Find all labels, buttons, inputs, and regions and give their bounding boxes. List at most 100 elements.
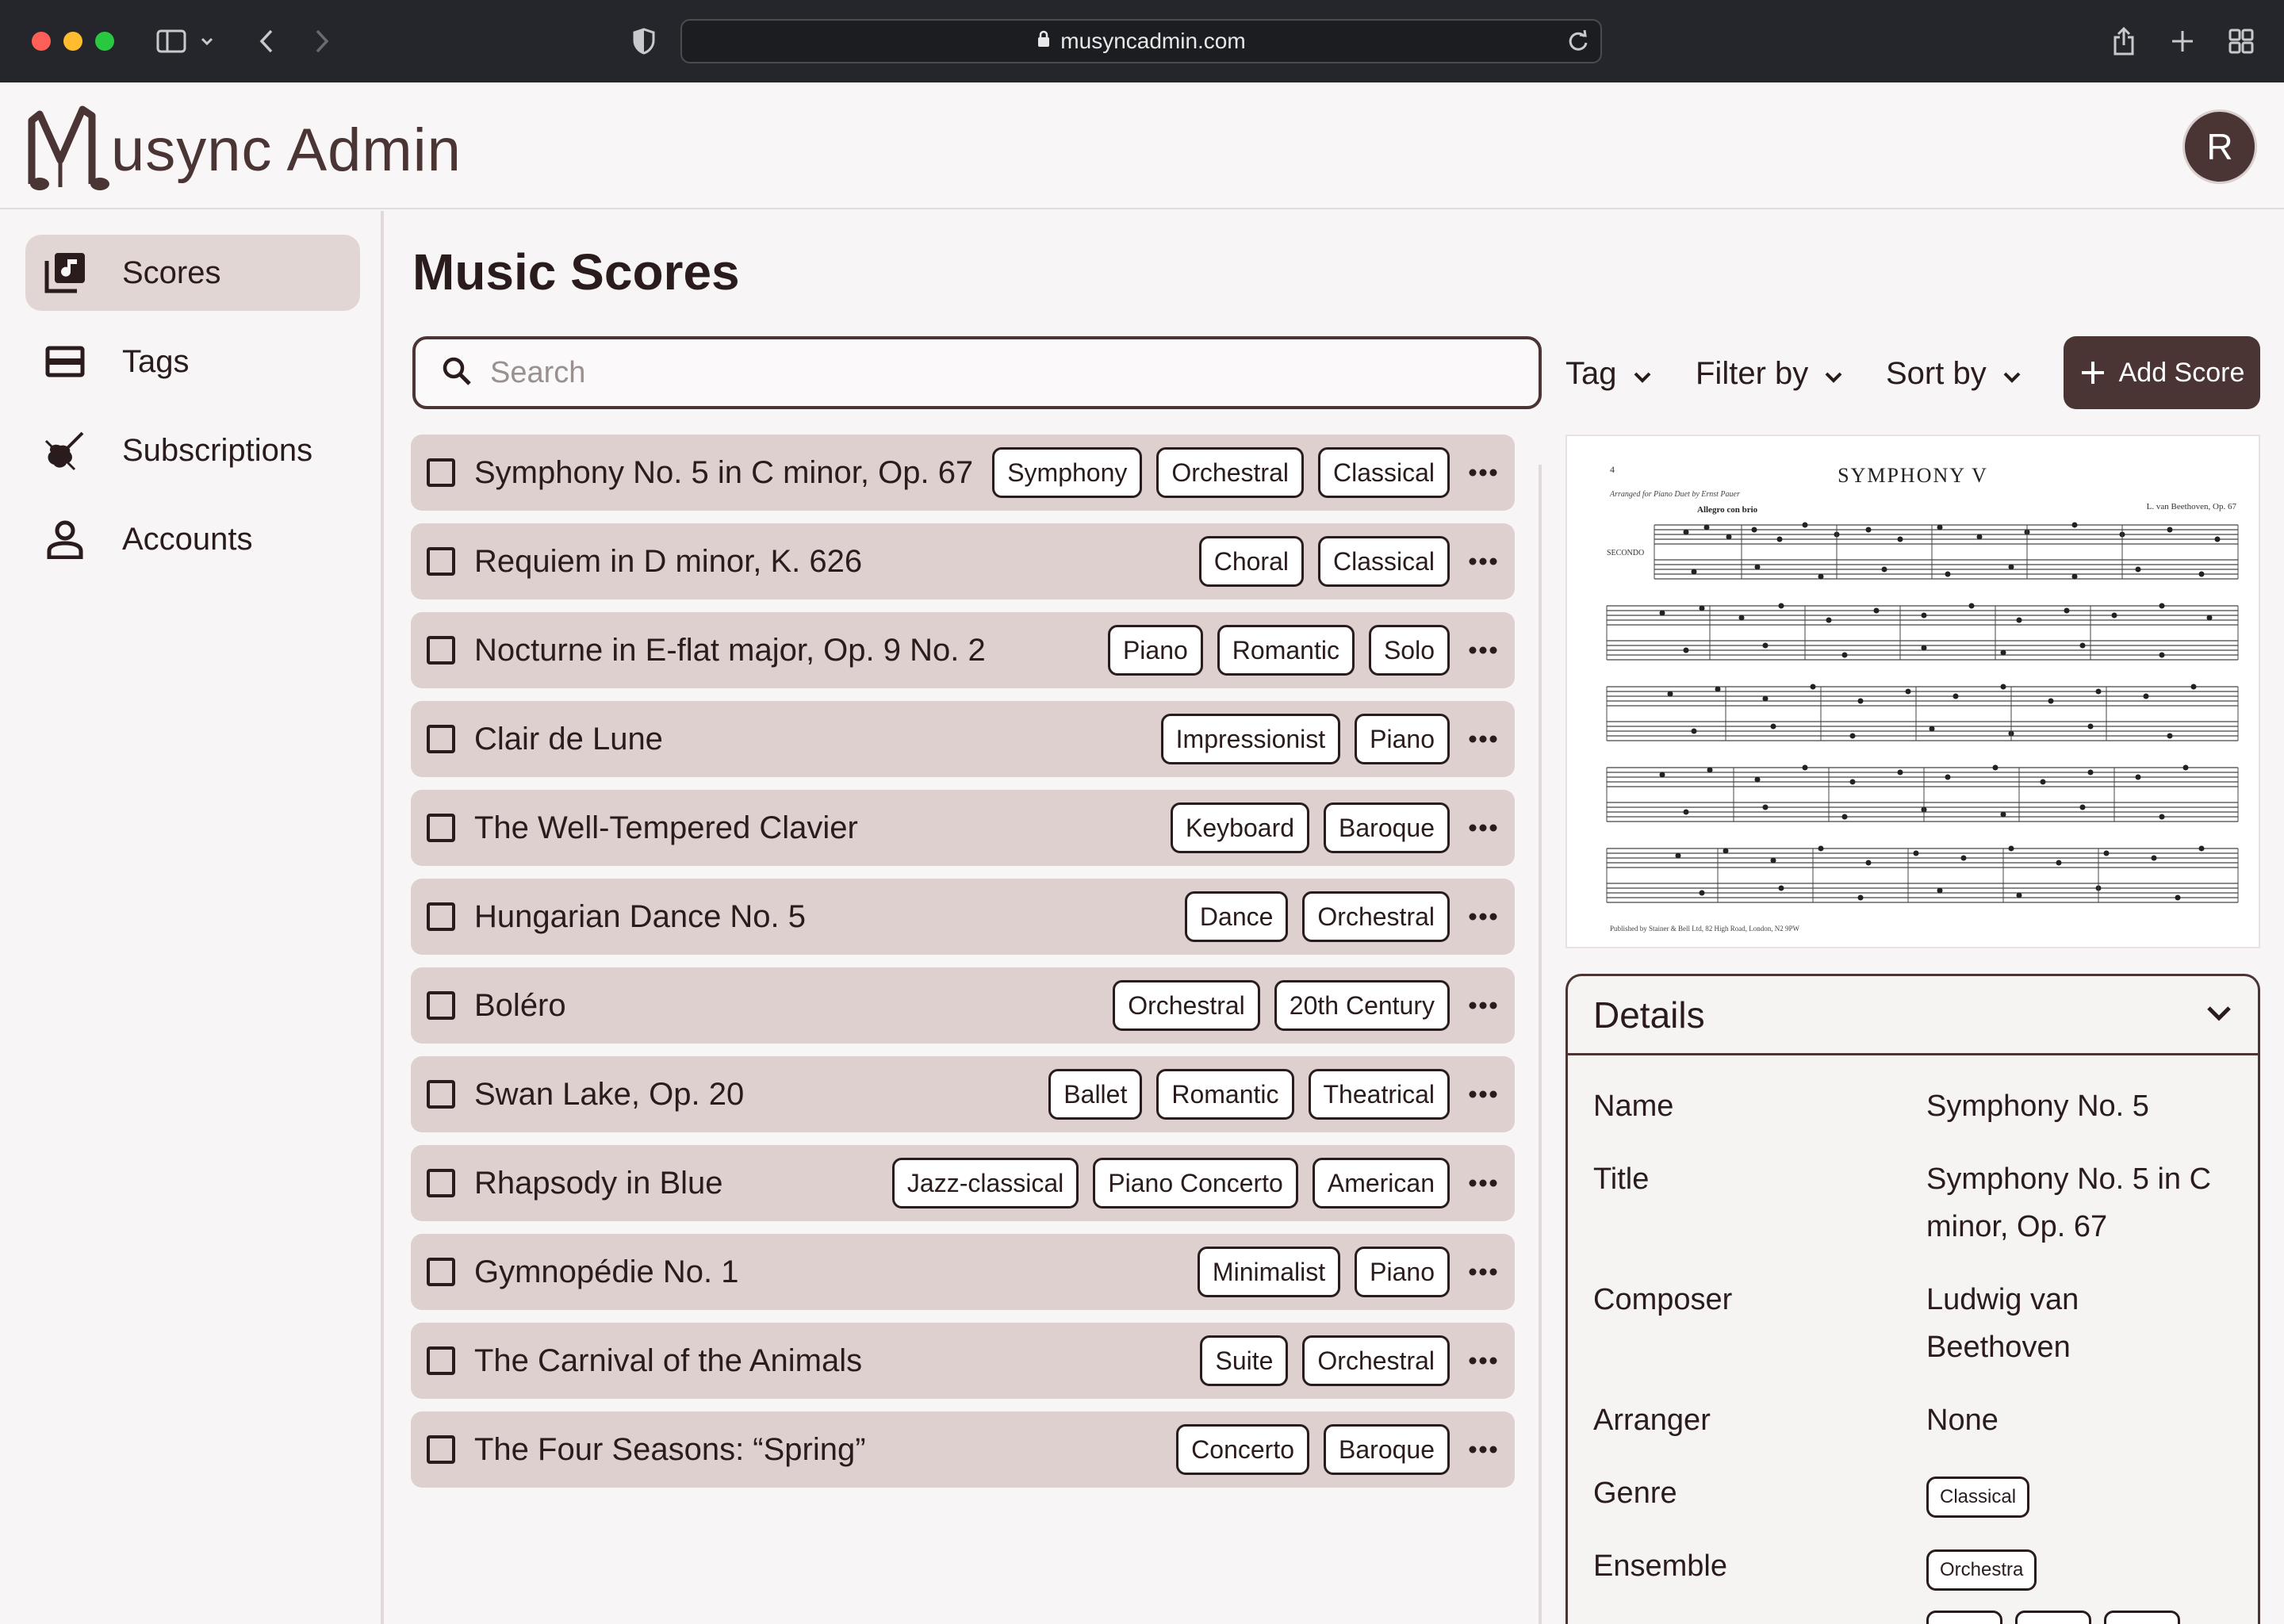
tag-chip[interactable]: Jazz-classical bbox=[891, 1158, 1079, 1208]
row-checkbox[interactable] bbox=[427, 1435, 455, 1464]
more-options-icon[interactable] bbox=[1461, 1179, 1505, 1187]
ensemble-chip[interactable]: Orchestra bbox=[1926, 1549, 2037, 1591]
score-row[interactable]: Symphony No. 5 in C minor, Op. 67 Sympho… bbox=[411, 435, 1515, 511]
genre-chip[interactable]: Classical bbox=[1926, 1477, 2030, 1518]
app-logo[interactable]: usync Admin bbox=[25, 105, 462, 192]
address-bar[interactable]: musyncadmin.com bbox=[680, 19, 1602, 63]
tag-chip[interactable]: Orchestral bbox=[1113, 980, 1260, 1031]
tag-dropdown[interactable]: Tag bbox=[1565, 346, 1652, 401]
tab-overview-icon[interactable] bbox=[2222, 22, 2260, 60]
more-options-icon[interactable] bbox=[1461, 469, 1505, 477]
score-row[interactable]: Requiem in D minor, K. 626 Choral Classi… bbox=[411, 523, 1515, 599]
score-row[interactable]: Rhapsody in Blue Jazz-classical Piano Co… bbox=[411, 1145, 1515, 1221]
tag-chip[interactable]: Minimalist bbox=[1197, 1247, 1341, 1297]
more-options-icon[interactable] bbox=[1461, 1357, 1505, 1365]
more-options-icon[interactable] bbox=[1461, 913, 1505, 921]
score-row[interactable]: Swan Lake, Op. 20 Ballet Romantic Theatr… bbox=[411, 1056, 1515, 1132]
user-avatar[interactable]: R bbox=[2182, 109, 2257, 184]
row-checkbox[interactable] bbox=[427, 1258, 455, 1286]
score-row[interactable]: Hungarian Dance No. 5 Dance Orchestral bbox=[411, 879, 1515, 955]
tag-chip[interactable]: Orchestral bbox=[1302, 1335, 1450, 1386]
tag-chip[interactable]: Impressionist bbox=[1160, 714, 1341, 764]
sidebar-item-label: Accounts bbox=[122, 521, 253, 557]
forward-icon[interactable] bbox=[303, 22, 341, 60]
sort-dropdown[interactable]: Sort by bbox=[1886, 346, 2021, 401]
tag-chip[interactable]: Orchestral bbox=[1156, 447, 1304, 498]
sidebar-item-scores[interactable]: Scores bbox=[25, 235, 360, 311]
tag-chip[interactable]: Piano Concerto bbox=[1093, 1158, 1298, 1208]
preview-page-number: 4 bbox=[1610, 464, 1615, 475]
row-checkbox[interactable] bbox=[427, 725, 455, 753]
score-preview[interactable]: 4 SYMPHONY V Arranged for Piano Duet by … bbox=[1565, 435, 2260, 948]
score-row[interactable]: The Four Seasons: “Spring” Concerto Baro… bbox=[411, 1411, 1515, 1488]
share-icon[interactable] bbox=[2105, 22, 2143, 60]
person-icon bbox=[41, 515, 89, 563]
tag-chip[interactable]: Classical bbox=[1317, 536, 1450, 587]
score-row[interactable]: Boléro Orchestral 20th Century bbox=[411, 967, 1515, 1044]
tag-chip[interactable]: Piano bbox=[1355, 714, 1450, 764]
more-options-icon[interactable] bbox=[1461, 824, 1505, 832]
chevron-down-icon[interactable] bbox=[195, 22, 219, 60]
row-checkbox[interactable] bbox=[427, 814, 455, 842]
row-checkbox[interactable] bbox=[427, 1169, 455, 1197]
tag-chip[interactable]: Theatrical bbox=[1308, 1069, 1450, 1120]
tag-chip[interactable]: Ballet bbox=[1048, 1069, 1143, 1120]
score-tags: Keyboard Baroque bbox=[1171, 802, 1450, 853]
maximize-window-button[interactable] bbox=[95, 32, 114, 51]
privacy-shield-icon[interactable] bbox=[625, 22, 663, 60]
score-row[interactable]: Clair de Lune Impressionist Piano bbox=[411, 701, 1515, 777]
tag-chip[interactable]: Keyboard bbox=[1171, 802, 1310, 853]
tag-chip[interactable]: Concerto bbox=[1176, 1424, 1310, 1475]
tag-chip[interactable]: Classical bbox=[1317, 447, 1450, 498]
row-checkbox[interactable] bbox=[427, 1080, 455, 1109]
score-row[interactable]: Nocturne in E-flat major, Op. 9 No. 2 Pi… bbox=[411, 612, 1515, 688]
sidebar-item-tags[interactable]: Tags bbox=[25, 324, 360, 400]
tag-chip[interactable]: 20th Century bbox=[1274, 980, 1450, 1031]
tag-chip[interactable]: Orchestral bbox=[1302, 891, 1450, 942]
tag-chip[interactable]: Baroque bbox=[1324, 1424, 1450, 1475]
row-checkbox[interactable] bbox=[427, 991, 455, 1020]
search-box[interactable] bbox=[412, 336, 1542, 409]
back-icon[interactable] bbox=[247, 22, 286, 60]
new-tab-icon[interactable] bbox=[2163, 22, 2202, 60]
reload-icon[interactable] bbox=[1567, 29, 1589, 58]
more-options-icon[interactable] bbox=[1461, 1090, 1505, 1098]
sidebar-toggle-icon[interactable] bbox=[152, 22, 190, 60]
more-options-icon[interactable] bbox=[1461, 1002, 1505, 1009]
more-options-icon[interactable] bbox=[1461, 1446, 1505, 1454]
search-input[interactable] bbox=[490, 355, 1442, 390]
tag-chip[interactable]: Romantic bbox=[1217, 625, 1355, 676]
clipped-chip-row bbox=[1926, 1611, 2180, 1624]
tag-chip[interactable]: Symphony bbox=[992, 447, 1143, 498]
chevron-down-icon[interactable] bbox=[2205, 1005, 2232, 1025]
tag-chip[interactable]: American bbox=[1312, 1158, 1450, 1208]
score-row[interactable]: The Carnival of the Animals Suite Orches… bbox=[411, 1323, 1515, 1399]
row-checkbox[interactable] bbox=[427, 547, 455, 576]
details-header[interactable]: Details bbox=[1568, 976, 2258, 1055]
more-options-icon[interactable] bbox=[1461, 557, 1505, 565]
row-checkbox[interactable] bbox=[427, 902, 455, 931]
minimize-window-button[interactable] bbox=[63, 32, 82, 51]
row-checkbox[interactable] bbox=[427, 1346, 455, 1375]
tag-chip[interactable]: Dance bbox=[1184, 891, 1289, 942]
score-row[interactable]: Gymnopédie No. 1 Minimalist Piano bbox=[411, 1234, 1515, 1310]
tag-chip[interactable]: Suite bbox=[1200, 1335, 1289, 1386]
tag-chip[interactable]: Baroque bbox=[1324, 802, 1450, 853]
tag-chip[interactable]: Piano bbox=[1107, 625, 1203, 676]
tag-chip[interactable]: Solo bbox=[1368, 625, 1450, 676]
close-window-button[interactable] bbox=[32, 32, 51, 51]
score-row[interactable]: The Well-Tempered Clavier Keyboard Baroq… bbox=[411, 790, 1515, 866]
more-options-icon[interactable] bbox=[1461, 646, 1505, 654]
sidebar-item-accounts[interactable]: Accounts bbox=[25, 501, 360, 577]
score-tags: Dance Orchestral bbox=[1184, 891, 1450, 942]
more-options-icon[interactable] bbox=[1461, 1268, 1505, 1276]
filter-dropdown[interactable]: Filter by bbox=[1696, 346, 1843, 401]
add-score-button[interactable]: Add Score bbox=[2064, 336, 2260, 409]
sidebar-item-subscriptions[interactable]: Subscriptions bbox=[25, 412, 360, 488]
tag-chip[interactable]: Choral bbox=[1198, 536, 1304, 587]
tag-chip[interactable]: Romantic bbox=[1156, 1069, 1294, 1120]
tag-chip[interactable]: Piano bbox=[1355, 1247, 1450, 1297]
row-checkbox[interactable] bbox=[427, 636, 455, 665]
row-checkbox[interactable] bbox=[427, 458, 455, 487]
more-options-icon[interactable] bbox=[1461, 735, 1505, 743]
